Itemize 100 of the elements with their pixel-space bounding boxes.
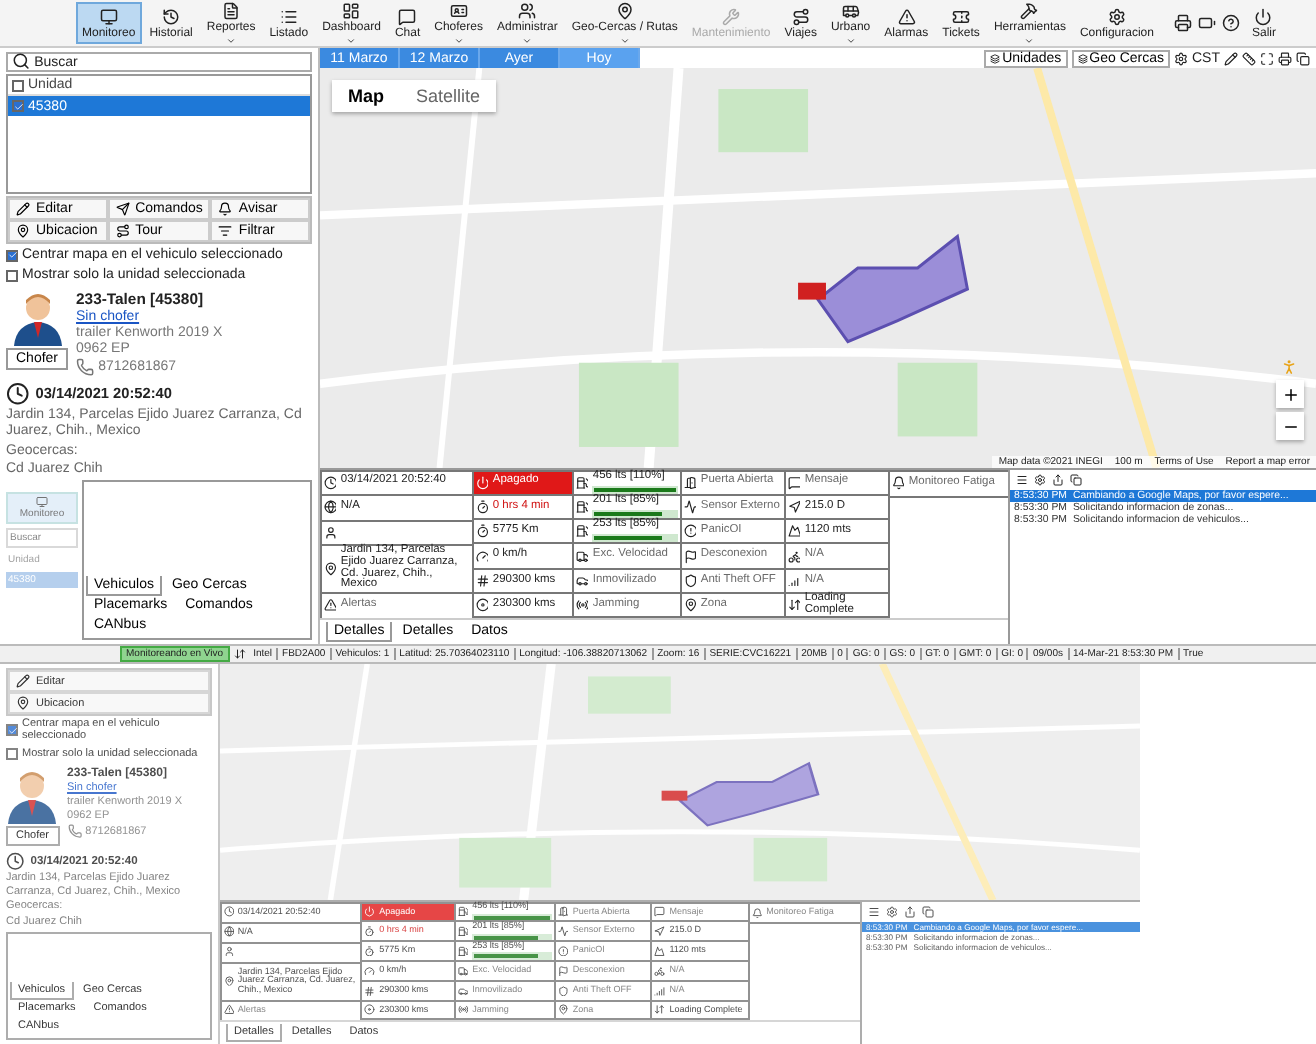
send-icon: [115, 202, 130, 216]
menu-icon[interactable]: [868, 906, 880, 918]
avatar-silhouette: [6, 768, 59, 824]
menu-icon[interactable]: [1016, 474, 1028, 486]
person-icon: [223, 946, 234, 958]
car-icon: [457, 985, 469, 996]
pin-icon: [683, 598, 697, 613]
disc-icon: [364, 1004, 376, 1016]
search-icon: [12, 52, 31, 72]
flag-icon: [557, 965, 569, 977]
pin-icon: [323, 562, 337, 576]
phone-icon: [67, 824, 82, 839]
navigation-icon: [787, 500, 801, 514]
copy-icon[interactable]: [1070, 474, 1082, 486]
map-type-button[interactable]: Satellite: [400, 80, 497, 112]
layers-icon: [1077, 53, 1088, 63]
mountain-icon: [654, 945, 666, 957]
clock-icon: [223, 906, 234, 918]
check-icon: [7, 725, 17, 735]
pin-icon: [223, 975, 234, 987]
mountain-icon: [787, 524, 801, 539]
ticket-icon: [952, 7, 971, 25]
monitor-icon: [99, 7, 118, 25]
door-icon: [557, 906, 569, 918]
checkbox[interactable]: [12, 100, 24, 112]
checkbox[interactable]: [12, 79, 24, 91]
truck-icon: [575, 549, 589, 564]
radio-icon: [457, 1004, 469, 1016]
printer-icon[interactable]: [1173, 14, 1192, 32]
fuel-icon: [457, 926, 469, 937]
settings-icon[interactable]: [1174, 51, 1188, 65]
gauge-icon: [475, 549, 489, 564]
zoom-in-button[interactable]: [1276, 380, 1304, 408]
chat-icon: [398, 7, 417, 25]
checkbox[interactable]: [6, 249, 18, 261]
monitor-icon: [36, 496, 48, 509]
pin-icon: [615, 1, 634, 19]
timer-icon: [364, 926, 376, 937]
checkbox[interactable]: [6, 747, 18, 759]
pin-icon: [557, 1004, 569, 1016]
pulse-icon: [683, 500, 697, 514]
timer-icon: [475, 524, 489, 539]
battery-icon[interactable]: [1197, 14, 1216, 32]
alert-icon: [683, 524, 697, 539]
pencil-icon: [16, 674, 30, 688]
signal-icon: [787, 574, 801, 588]
pulse-icon: [557, 926, 569, 937]
phone-icon: [76, 358, 95, 377]
checkbox[interactable]: [6, 269, 18, 281]
bell-icon: [218, 202, 233, 216]
pencil-icon[interactable]: [1224, 51, 1238, 65]
disc-icon: [475, 598, 489, 613]
arrows-icon: [654, 1004, 666, 1016]
flag-icon: [683, 549, 697, 564]
signal-icon: [654, 985, 666, 996]
door-icon: [683, 475, 697, 490]
fuel-icon: [457, 945, 469, 957]
check-icon: [13, 101, 23, 111]
message-icon: [787, 475, 801, 490]
bike-icon: [787, 549, 801, 564]
map-type-button[interactable]: Map: [332, 80, 400, 112]
pin-icon: [16, 224, 30, 238]
timer-icon: [475, 500, 489, 514]
globe-icon: [323, 500, 337, 515]
fullscreen-icon[interactable]: [1260, 51, 1274, 65]
clock-icon: [6, 852, 25, 871]
document-icon: [222, 1, 241, 19]
warning-icon: [223, 1004, 234, 1016]
checkbox[interactable]: [6, 724, 18, 736]
dashboard-icon: [342, 1, 361, 19]
pencil-icon: [16, 202, 30, 216]
copy-icon[interactable]: [1296, 51, 1310, 65]
filter-icon: [218, 224, 233, 238]
shield-icon: [557, 985, 569, 996]
clock-icon: [6, 382, 30, 406]
export-icon[interactable]: [1052, 474, 1064, 486]
zoom-out-button[interactable]: [1276, 412, 1304, 440]
plus-icon: [1281, 385, 1299, 403]
globe-icon: [223, 926, 234, 938]
bus-icon: [841, 1, 860, 19]
route-icon: [115, 224, 130, 238]
settings-icon: [1107, 7, 1126, 25]
ruler-icon[interactable]: [1242, 51, 1256, 65]
users-icon: [518, 1, 537, 19]
printer-icon[interactable]: [1278, 51, 1292, 65]
bike-icon: [654, 965, 666, 977]
power-icon: [475, 475, 489, 490]
clock-icon: [162, 7, 181, 25]
pin-icon: [16, 696, 30, 710]
export-icon[interactable]: [904, 906, 916, 918]
truck-icon: [457, 965, 469, 977]
check-icon: [7, 250, 17, 260]
navigation-icon: [654, 926, 666, 937]
layers-icon: [990, 53, 1001, 63]
arrows-icon: [233, 648, 246, 660]
settings-icon[interactable]: [1034, 474, 1046, 486]
clock-icon: [323, 475, 337, 490]
bell-icon: [751, 907, 763, 919]
power-icon: [1254, 7, 1273, 25]
help-icon[interactable]: [1221, 14, 1240, 32]
